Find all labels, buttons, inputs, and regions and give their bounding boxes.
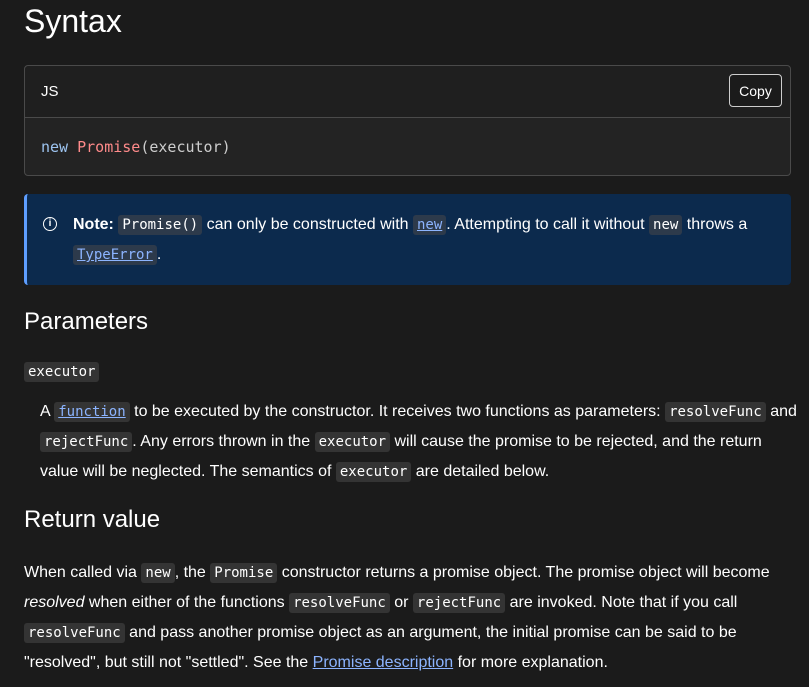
function-link[interactable]: function <box>54 402 130 422</box>
promise-description-link[interactable]: Promise description <box>313 654 454 671</box>
syntax-heading: Syntax <box>24 3 122 39</box>
executor-term: executor <box>24 362 100 382</box>
code-args: (executor) <box>140 138 231 156</box>
desc-part: and <box>765 403 797 420</box>
desc-part: are invoked. Note that if you call <box>505 594 738 611</box>
code-line: new Promise(executor) <box>41 138 231 156</box>
inline-code: new <box>649 215 683 235</box>
resolved-emphasis: resolved <box>24 594 85 611</box>
code-header: JS Copy <box>25 66 790 118</box>
note-callout: i Note: Promise() can only be constructe… <box>24 194 791 285</box>
copy-button[interactable]: Copy <box>729 74 782 107</box>
desc-part: , the <box>174 564 211 581</box>
inline-code: new <box>141 563 175 583</box>
return-value-description: When called via new, the Promise constru… <box>24 558 804 677</box>
parameters-heading: Parameters <box>24 308 149 335</box>
note-text-part: . Attempting to call it without <box>446 216 650 233</box>
desc-part: to be executed by the constructor. It re… <box>129 403 666 420</box>
inline-code: Promise() <box>118 215 203 235</box>
inline-code: executor <box>314 432 391 452</box>
inline-code: rejectFunc <box>412 593 506 613</box>
desc-part: when either of the functions <box>84 594 290 611</box>
desc-part: A <box>40 403 55 420</box>
return-value-heading: Return value <box>24 506 161 533</box>
note-text: Note: Promise() can only be constructed … <box>73 210 773 270</box>
typeerror-link[interactable]: TypeError <box>73 245 157 265</box>
desc-part: for more explanation. <box>453 654 608 671</box>
note-text-part: . <box>156 246 162 263</box>
desc-part: constructor returns a promise object. Th… <box>277 564 770 581</box>
code-language-label: JS <box>41 83 59 100</box>
desc-part: When called via <box>24 564 142 581</box>
parameter-term: executor <box>24 362 100 382</box>
inline-code: Promise <box>210 563 278 583</box>
inline-code: resolveFunc <box>24 623 125 643</box>
inline-code: rejectFunc <box>40 432 133 452</box>
inline-code: executor <box>335 462 412 482</box>
code-example: JS Copy new Promise(executor) <box>24 65 791 176</box>
new-link[interactable]: new <box>412 215 447 235</box>
note-text-part: can only be constructed with <box>202 216 413 233</box>
desc-part: are detailed below. <box>411 463 550 480</box>
note-label: Note: <box>73 216 114 233</box>
code-class: Promise <box>77 138 141 156</box>
inline-code: resolveFunc <box>289 593 390 613</box>
info-icon: i <box>43 217 57 231</box>
parameter-description: A function to be executed by the constru… <box>40 397 800 487</box>
code-keyword: new <box>41 138 69 156</box>
inline-code: resolveFunc <box>665 402 766 422</box>
desc-part: . Any errors thrown in the <box>132 433 315 450</box>
note-text-part: throws a <box>682 216 748 233</box>
desc-part: or <box>389 594 413 611</box>
